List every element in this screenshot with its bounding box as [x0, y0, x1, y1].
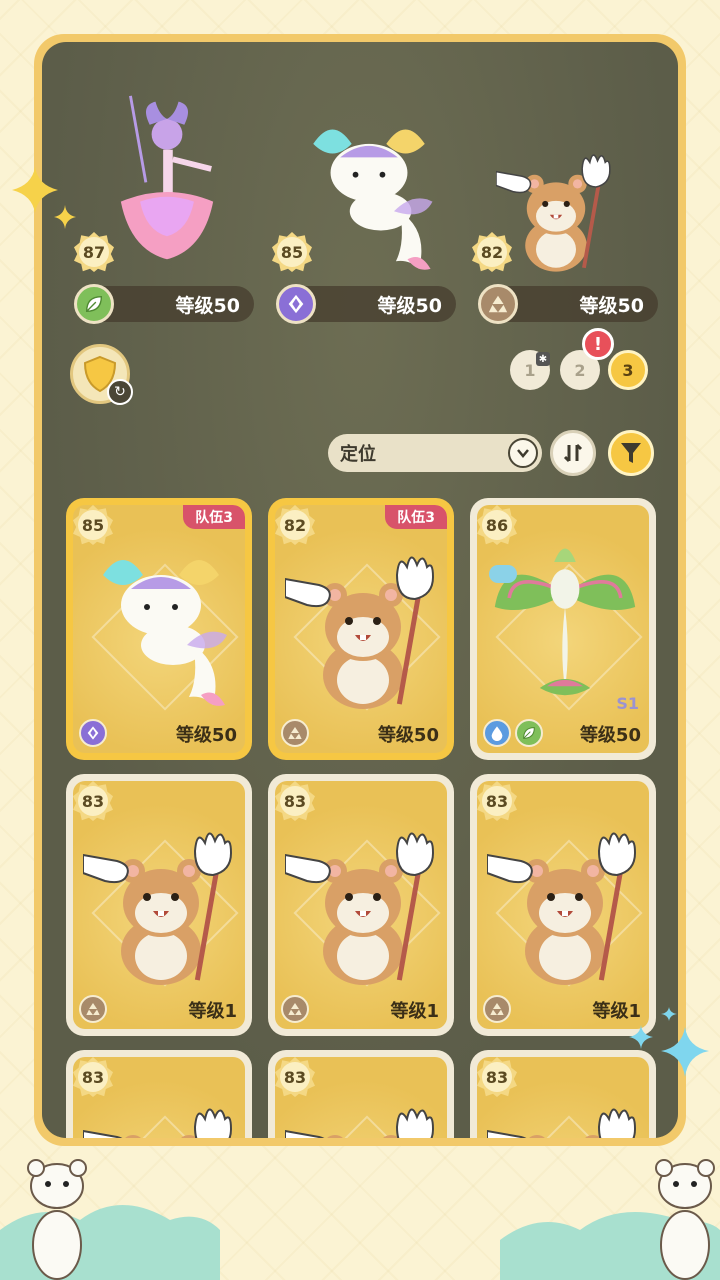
creature-art	[487, 535, 643, 715]
card-level: 等级50	[579, 725, 641, 746]
team-option-3[interactable]: 3	[608, 350, 648, 390]
card-background: 83	[477, 1057, 649, 1138]
creature-art	[496, 132, 616, 282]
card-background: 86 S1 等级50	[477, 505, 649, 753]
card-level: 等级50	[377, 725, 439, 746]
ferret-mascot	[655, 1159, 715, 1280]
card-background: 85 队伍3 等级50	[73, 505, 245, 753]
psychic-type-icon	[79, 719, 107, 747]
normal-type-icon	[281, 995, 309, 1023]
normal-type-icon	[483, 995, 511, 1023]
filter-icon	[621, 443, 641, 463]
collection-frame: 87 等级50 85 等级50 82 等级50 ↻ 1 ✱ 2 ! 3 定位 8…	[34, 34, 686, 1146]
card-background: 83 等级1	[73, 781, 245, 1029]
creature-card[interactable]: 83 等级1	[268, 774, 454, 1036]
team-level-pill: 等级50	[74, 284, 254, 324]
team-level-pill: 等级50	[276, 284, 456, 324]
creature-card[interactable]: 83 等级1	[470, 774, 656, 1036]
normal-type-icon	[478, 284, 518, 324]
team-level-label: 等级50	[377, 294, 442, 317]
creature-art	[487, 811, 643, 991]
sort-label: 定位	[340, 444, 376, 465]
creature-art	[92, 92, 242, 292]
swap-icon: ↻	[107, 379, 133, 405]
creature-card[interactable]: 83	[268, 1050, 454, 1138]
card-background: 83 等级1	[477, 781, 649, 1029]
creature-art	[285, 1087, 441, 1138]
team-level-label: 等级50	[579, 294, 644, 317]
normal-type-icon	[281, 719, 309, 747]
ferret-mascot	[27, 1159, 87, 1280]
card-level: 等级1	[390, 1001, 439, 1022]
creature-card[interactable]: 86 S1 等级50	[470, 498, 656, 760]
filter-button[interactable]	[608, 430, 654, 476]
team-level-pill: 等级50	[478, 284, 658, 324]
creature-card[interactable]: 85 队伍3 等级50	[66, 498, 252, 760]
grass-type-icon	[515, 719, 543, 747]
creature-art	[83, 535, 239, 715]
card-level: 等级50	[175, 725, 237, 746]
collection-panel: 87 等级50 85 等级50 82 等级50 ↻ 1 ✱ 2 ! 3 定位 8…	[42, 42, 678, 1138]
link-icon	[489, 565, 517, 583]
creature-art	[285, 811, 441, 991]
creature-art	[487, 1087, 643, 1138]
team-level-label: 等级50	[175, 294, 240, 317]
card-background: 83	[275, 1057, 447, 1138]
creature-art	[294, 92, 444, 292]
sort-arrows-icon	[563, 443, 583, 463]
psychic-type-icon	[276, 284, 316, 324]
team-tag: 队伍3	[183, 505, 245, 529]
alert-badge: !	[582, 328, 614, 360]
sort-order-button[interactable]	[550, 430, 596, 476]
team-shield-button[interactable]: ↻	[70, 344, 133, 405]
team-tag: 队伍3	[385, 505, 447, 529]
normal-type-icon	[79, 995, 107, 1023]
sort-dropdown[interactable]: 定位	[328, 434, 542, 472]
card-background: 83 等级1	[275, 781, 447, 1029]
creature-card[interactable]: 83	[66, 1050, 252, 1138]
chevron-down-icon	[508, 438, 538, 468]
grass-type-icon	[74, 284, 114, 324]
creature-card[interactable]: 83 等级1	[66, 774, 252, 1036]
creature-art	[83, 811, 239, 991]
cloud-decoration	[0, 1205, 720, 1280]
creature-card[interactable]: 82 队伍3 等级50	[268, 498, 454, 760]
card-level: 等级1	[188, 1001, 237, 1022]
card-background: 82 队伍3 等级50	[275, 505, 447, 753]
creature-art	[285, 535, 441, 715]
sparkle-icon	[12, 167, 76, 229]
creature-art	[83, 1087, 239, 1138]
card-background: 83	[73, 1057, 245, 1138]
lock-icon: ✱	[536, 352, 550, 366]
sparkle-icon	[629, 1007, 709, 1077]
season-tag: S1	[616, 694, 639, 713]
water-type-icon	[483, 719, 511, 747]
